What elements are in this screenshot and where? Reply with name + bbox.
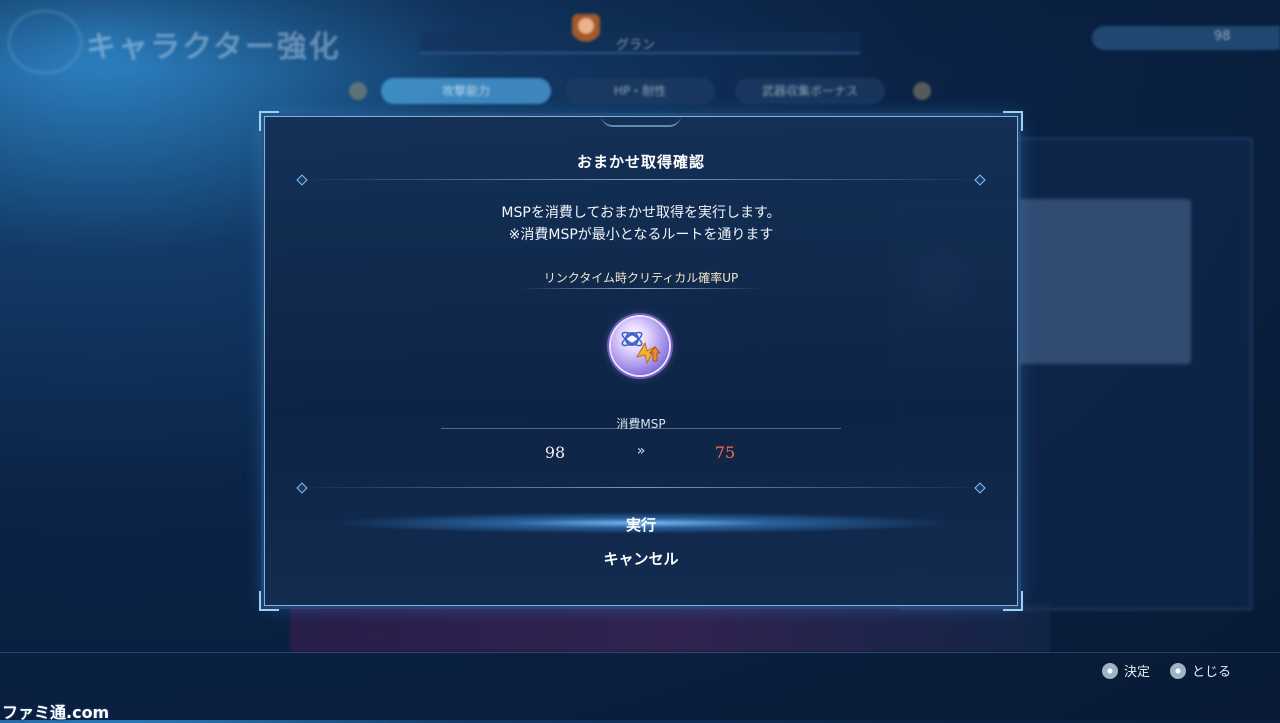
- divider-ornament: [296, 174, 308, 186]
- a-button-icon: [1102, 663, 1118, 679]
- execute-button[interactable]: 実行: [265, 514, 1017, 535]
- right-bumper-icon: [913, 82, 931, 100]
- skill-name-underline: [519, 288, 763, 289]
- dialog-message-line2: ※消費MSPが最小となるルートを通ります: [508, 227, 774, 243]
- arrow-right-icon: »: [636, 443, 646, 459]
- crest-ornament: [601, 115, 681, 127]
- page-title: キャラクター強化: [86, 30, 341, 65]
- divider: [291, 179, 991, 180]
- confirm-hint-label: 決定: [1124, 665, 1151, 680]
- divider: [0, 652, 1280, 653]
- cancel-button[interactable]: キャンセル: [265, 548, 1017, 569]
- skill-name: リンクタイム時クリティカル確率UP: [543, 271, 739, 285]
- watermark-logo: ファミ通.com: [2, 703, 110, 722]
- background-skill-row: [290, 604, 1050, 652]
- divider-ornament: [974, 174, 986, 186]
- confirm-dialog: おまかせ取得確認 MSPを消費しておまかせ取得を実行します。 ※消費MSPが最小…: [259, 111, 1023, 611]
- corner-ornament: [1003, 591, 1023, 611]
- close-hint-label: とじる: [1192, 665, 1232, 680]
- emblem-icon: [8, 10, 82, 74]
- critical-up-icon: [611, 317, 669, 375]
- tab-bar: 攻撃能力 HP・耐性 武器収集ボーナス: [345, 74, 945, 108]
- confirm-hint[interactable]: 決定: [1102, 661, 1151, 680]
- tab-attack[interactable]: 攻撃能力: [381, 78, 551, 104]
- msp-counter: [1092, 26, 1280, 50]
- cost-divider: [441, 428, 841, 429]
- cost-after-value: 75: [714, 443, 736, 462]
- left-bumper-icon: [349, 82, 367, 100]
- msp-counter-value: 98: [1214, 29, 1231, 44]
- character-name: グラン: [616, 38, 656, 53]
- divider: [291, 487, 991, 488]
- divider-ornament: [296, 482, 308, 494]
- corner-ornament: [259, 111, 279, 131]
- close-hint[interactable]: とじる: [1170, 661, 1232, 680]
- b-button-icon: [1170, 663, 1186, 679]
- cost-label: 消費MSP: [616, 417, 666, 431]
- dialog-message-line1: MSPを消費しておまかせ取得を実行します。: [501, 205, 781, 221]
- tab-weapon-bonus[interactable]: 武器収集ボーナス: [735, 78, 885, 104]
- character-portrait: [572, 14, 600, 48]
- dialog-title: おまかせ取得確認: [576, 153, 705, 171]
- corner-ornament: [1003, 111, 1023, 131]
- corner-ornament: [259, 591, 279, 611]
- divider-ornament: [974, 482, 986, 494]
- cost-before-value: 98: [544, 443, 566, 462]
- tab-hp-resist[interactable]: HP・耐性: [565, 78, 715, 104]
